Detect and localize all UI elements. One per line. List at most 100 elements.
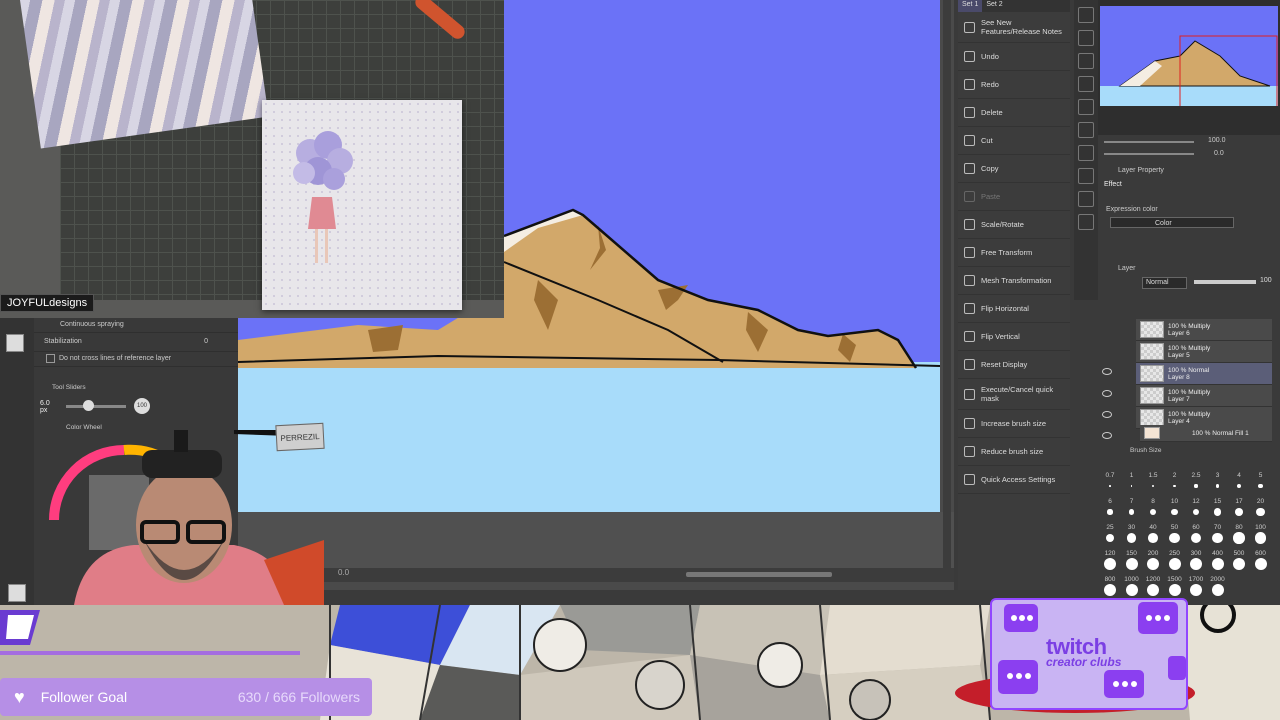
brush-size-preset[interactable] (1256, 507, 1265, 517)
zoom-slider[interactable] (1104, 141, 1194, 143)
info-icon (964, 21, 975, 33)
dock-icon[interactable] (1078, 99, 1094, 115)
dock-icon[interactable] (1078, 122, 1094, 138)
brush-size-preset[interactable] (1233, 532, 1245, 544)
layer-row[interactable]: 100 % Multiply Layer 5 (1136, 341, 1272, 363)
cmd-quick-access-settings[interactable]: Quick Access Settings (958, 466, 1070, 494)
cmd-redo[interactable]: Redo (958, 71, 1070, 99)
brush-size-preset[interactable] (1150, 509, 1156, 515)
brush-size-preset[interactable] (1147, 584, 1159, 596)
eye-icon[interactable] (1102, 368, 1112, 375)
opacity-dial[interactable]: 100 (134, 398, 150, 414)
brush-size-preset[interactable] (1109, 485, 1111, 487)
navigator-thumbnail[interactable] (1100, 6, 1278, 106)
cmd-quick-mask[interactable]: Execute/Cancel quick mask (958, 379, 1070, 410)
stabilization-row[interactable]: Stabilization 0 (0, 333, 238, 352)
cmd-flip-vertical[interactable]: Flip Vertical (958, 323, 1070, 351)
cmd-release-notes[interactable]: See New Features/Release Notes (958, 12, 1070, 43)
reduce-brush-icon (964, 446, 975, 457)
dock-icon[interactable] (1078, 168, 1094, 184)
brush-size-preset[interactable] (1235, 508, 1243, 516)
brush-size-preset[interactable] (1254, 558, 1267, 570)
layer-thumbnail (1140, 321, 1164, 338)
brush-size-preset[interactable] (1169, 532, 1180, 544)
brush-size-preset-label: 200 (1147, 550, 1159, 557)
cmd-increase-brush[interactable]: Increase brush size (958, 410, 1070, 438)
cmd-reset-display[interactable]: Reset Display (958, 351, 1070, 379)
brush-size-preset-label: 30 (1127, 524, 1136, 531)
brush-size-preset[interactable] (1125, 584, 1138, 596)
dock-icon[interactable] (1078, 191, 1094, 207)
eye-icon[interactable] (1102, 432, 1112, 439)
eye-icon[interactable] (1102, 411, 1112, 418)
zoom-value[interactable]: 100.0 (1208, 137, 1226, 144)
dock-icon[interactable] (1078, 145, 1094, 161)
brush-size-preset[interactable] (1194, 484, 1198, 488)
zoom-readout[interactable]: 0.0 (338, 568, 349, 577)
continuous-spraying-row[interactable]: Continuous spraying (0, 318, 238, 333)
layer-row[interactable]: 100 % Multiply Layer 6 (1136, 319, 1272, 341)
dock-icon[interactable] (1078, 76, 1094, 92)
cmd-delete[interactable]: Delete (958, 99, 1070, 127)
layer-thumbnail (1140, 365, 1164, 382)
brush-size-preset[interactable] (1258, 483, 1263, 489)
brush-size-preset[interactable] (1168, 584, 1181, 596)
checkbox[interactable] (46, 353, 55, 363)
blend-mode-select[interactable]: Normal (1142, 277, 1187, 289)
expression-color-select[interactable]: Color (1110, 217, 1234, 228)
tab-set-1[interactable]: Set 1 (958, 0, 983, 12)
brush-size-preset[interactable] (1126, 533, 1137, 543)
eye-icon[interactable] (1102, 390, 1112, 397)
cmd-cut[interactable]: Cut (958, 127, 1070, 155)
cmd-reduce-brush[interactable]: Reduce brush size (958, 438, 1070, 466)
rotation-slider[interactable] (1104, 153, 1194, 155)
cmd-undo[interactable]: Undo (958, 43, 1070, 71)
dock-icon[interactable] (1078, 214, 1094, 230)
brush-size-preset[interactable] (1254, 532, 1267, 544)
sub-color-swatch[interactable] (8, 584, 26, 602)
brush-size-preset[interactable] (1213, 508, 1222, 516)
brush-size-value[interactable]: 6.0 px (40, 400, 50, 414)
layer-row[interactable]: 100 % Multiply Layer 7 (1136, 385, 1272, 407)
layer-opacity-slider[interactable] (1194, 280, 1256, 284)
cmd-free-transform[interactable]: Free Transform (958, 239, 1070, 267)
cmd-copy[interactable]: Copy (958, 155, 1070, 183)
layer-row-selected[interactable]: 100 % Normal Layer 8 (1136, 363, 1272, 385)
dock-icon[interactable] (1078, 7, 1094, 23)
brush-size-preset[interactable] (1128, 509, 1135, 515)
brush-size-preset[interactable] (1147, 558, 1159, 570)
tab-layer-property[interactable]: Layer Property (1118, 167, 1164, 174)
brush-size-preset-label: 70 (1213, 524, 1222, 531)
brush-size-preset[interactable] (1148, 533, 1158, 543)
brush-size-preset[interactable] (1125, 558, 1138, 570)
cmd-flip-horizontal[interactable]: Flip Horizontal (958, 295, 1070, 323)
tab-layer[interactable]: Layer (1118, 265, 1136, 272)
brush-size-slider-handle[interactable] (83, 400, 94, 411)
cmd-paste[interactable]: Paste (958, 183, 1070, 211)
main-color-swatch[interactable] (6, 334, 24, 352)
rotation-value[interactable]: 0.0 (1214, 150, 1224, 157)
brush-size-preset[interactable] (1190, 558, 1202, 570)
cmd-scale-rotate[interactable]: Scale/Rotate (958, 211, 1070, 239)
dock-icon[interactable] (1078, 53, 1094, 69)
tab-set-2[interactable]: Set 2 (982, 0, 1006, 12)
cmd-mesh-transformation[interactable]: Mesh Transformation (958, 267, 1070, 295)
brush-size-preset[interactable] (1107, 509, 1113, 515)
brush-size-preset[interactable] (1168, 558, 1181, 570)
brush-size-preset[interactable] (1104, 558, 1116, 570)
brush-size-preset[interactable] (1190, 584, 1202, 596)
vertical-scrollbar[interactable] (943, 0, 951, 582)
flip-vertical-icon (964, 331, 975, 342)
brush-size-preset[interactable] (1211, 584, 1224, 596)
reference-layer-row[interactable]: Do not cross lines of reference layer (0, 352, 238, 367)
horizontal-scrollbar[interactable] (686, 572, 832, 577)
layer-row[interactable]: 100 % Normal Fill 1 (1140, 425, 1272, 442)
dock-icon[interactable] (1078, 30, 1094, 46)
brush-size-preset[interactable] (1171, 508, 1178, 516)
layer-opacity-value[interactable]: 100 (1260, 277, 1272, 284)
brush-size-slider[interactable] (66, 405, 126, 408)
brush-size-preset[interactable] (1211, 558, 1224, 570)
undo-icon (964, 51, 975, 62)
brush-size-preset[interactable] (1104, 584, 1116, 596)
brush-size-preset[interactable] (1233, 558, 1245, 570)
